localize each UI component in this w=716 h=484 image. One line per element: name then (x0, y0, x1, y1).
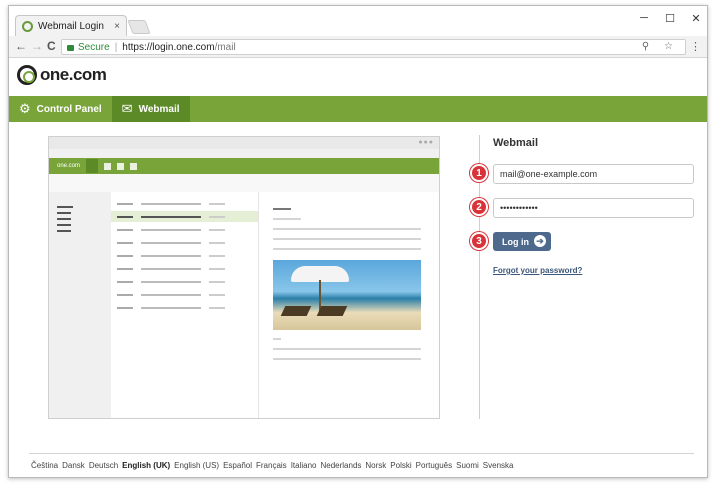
arrow-right-icon: ➔ (534, 235, 546, 247)
main-nav: ⚙ Control Panel ✉ Webmail (9, 96, 707, 122)
illustration-tabs (49, 149, 439, 158)
illustration-row (111, 276, 258, 287)
bookmark-star-icon[interactable]: ⚲ ☆ (642, 41, 679, 52)
illustration-contacts-icon (117, 162, 125, 170)
url-host: https://login.one.com (122, 41, 215, 53)
url-separator: | (114, 41, 118, 53)
lang-nederlands[interactable]: Nederlands (320, 461, 361, 470)
envelope-icon: ✉ (121, 101, 133, 116)
title-bar: Webmail Login × ─ ☐ ✕ (9, 6, 707, 36)
gear-icon: ⚙ (19, 101, 31, 116)
step-badge-1: 1 (470, 164, 488, 182)
illustration-settings-icon (130, 162, 138, 170)
illustration-calendar-icon (104, 162, 112, 170)
back-icon[interactable]: ← (15, 39, 27, 53)
nav-control-panel[interactable]: ⚙ Control Panel (9, 96, 112, 122)
lang-portugues[interactable]: Português (416, 461, 452, 470)
email-field[interactable] (493, 164, 694, 184)
footer-divider (29, 453, 694, 454)
lang-english-uk[interactable]: English (UK) (122, 461, 170, 470)
one-com-logo[interactable]: one.com (17, 65, 107, 85)
lang-english-us[interactable]: English (US) (174, 461, 219, 470)
illustration-window-bar: ●●● (49, 137, 439, 149)
forgot-password-link[interactable]: Forgot your password? (493, 266, 582, 275)
favicon-icon (22, 20, 33, 32)
browser-window: Webmail Login × ─ ☐ ✕ ← → C Secure | htt… (8, 5, 708, 478)
step-badge-2: 2 (470, 198, 488, 216)
step-badge-3: 3 (470, 232, 488, 250)
illustration-body (49, 192, 439, 418)
lang-dansk[interactable]: Dansk (62, 461, 85, 470)
url-path: /mail (214, 41, 236, 53)
illustration-toolbar: one.com (49, 158, 439, 174)
nav-control-panel-label: Control Panel (36, 103, 102, 115)
language-selector: Čeština Dansk Deutsch English (UK) Engli… (31, 461, 513, 470)
nav-webmail-label: Webmail (138, 103, 180, 115)
illustration-dots-icon: ●●● (418, 139, 434, 146)
logo-icon (17, 65, 37, 85)
lang-norsk[interactable]: Norsk (365, 461, 386, 470)
reload-icon[interactable]: C (47, 39, 56, 53)
illustration-row (111, 250, 258, 261)
url-input[interactable]: Secure | https://login.one.com /mail ⚲ ☆ (61, 39, 686, 55)
minimize-icon[interactable]: ─ (637, 12, 651, 24)
lang-francais[interactable]: Français (256, 461, 287, 470)
new-tab-button[interactable] (127, 20, 151, 34)
login-button-label: Log in (502, 236, 529, 247)
secure-label: Secure (78, 41, 110, 53)
tab-close-icon[interactable]: × (114, 21, 120, 32)
lang-deutsch[interactable]: Deutsch (89, 461, 118, 470)
lang-cestina[interactable]: Čeština (31, 461, 58, 470)
deck-chair (280, 306, 312, 316)
close-window-icon[interactable]: ✕ (689, 12, 703, 25)
tab-title: Webmail Login (38, 20, 104, 32)
illustration-reading-pane (259, 192, 439, 418)
maximize-icon[interactable]: ☐ (663, 12, 677, 25)
lang-espanol[interactable]: Español (223, 461, 252, 470)
illustration-row (111, 302, 258, 313)
login-title: Webmail (493, 137, 539, 149)
password-field[interactable] (493, 198, 694, 218)
illustration-row (111, 237, 258, 248)
illustration-row (111, 263, 258, 274)
illustration-row (111, 198, 258, 209)
illustration-sidebar (49, 192, 111, 418)
beach-image (273, 260, 421, 330)
lock-icon (67, 45, 74, 51)
address-bar: ← → C Secure | https://login.one.com /ma… (9, 36, 707, 58)
browser-menu-icon[interactable]: ⋮ (690, 40, 701, 53)
login-button[interactable]: Log in ➔ (493, 232, 551, 251)
lang-polski[interactable]: Polski (390, 461, 411, 470)
illustration-message-list (111, 192, 259, 418)
webmail-illustration: ●●● one.com (48, 136, 440, 419)
lang-italiano[interactable]: Italiano (291, 461, 317, 470)
page: one.com ⚙ Control Panel ✉ Webmail ●●● on… (9, 59, 707, 477)
illustration-mail-icon (86, 159, 99, 173)
logo-text: one.com (40, 65, 107, 84)
browser-tab[interactable]: Webmail Login × (15, 15, 127, 36)
illustration-row (111, 289, 258, 300)
lang-suomi[interactable]: Suomi (456, 461, 479, 470)
forward-icon[interactable]: → (31, 39, 43, 53)
illustration-row (111, 224, 258, 235)
nav-webmail[interactable]: ✉ Webmail (111, 96, 190, 122)
deck-chair (316, 306, 348, 316)
lang-svenska[interactable]: Svenska (483, 461, 514, 470)
illustration-row (111, 211, 258, 222)
illustration-logo: one.com (57, 163, 81, 169)
